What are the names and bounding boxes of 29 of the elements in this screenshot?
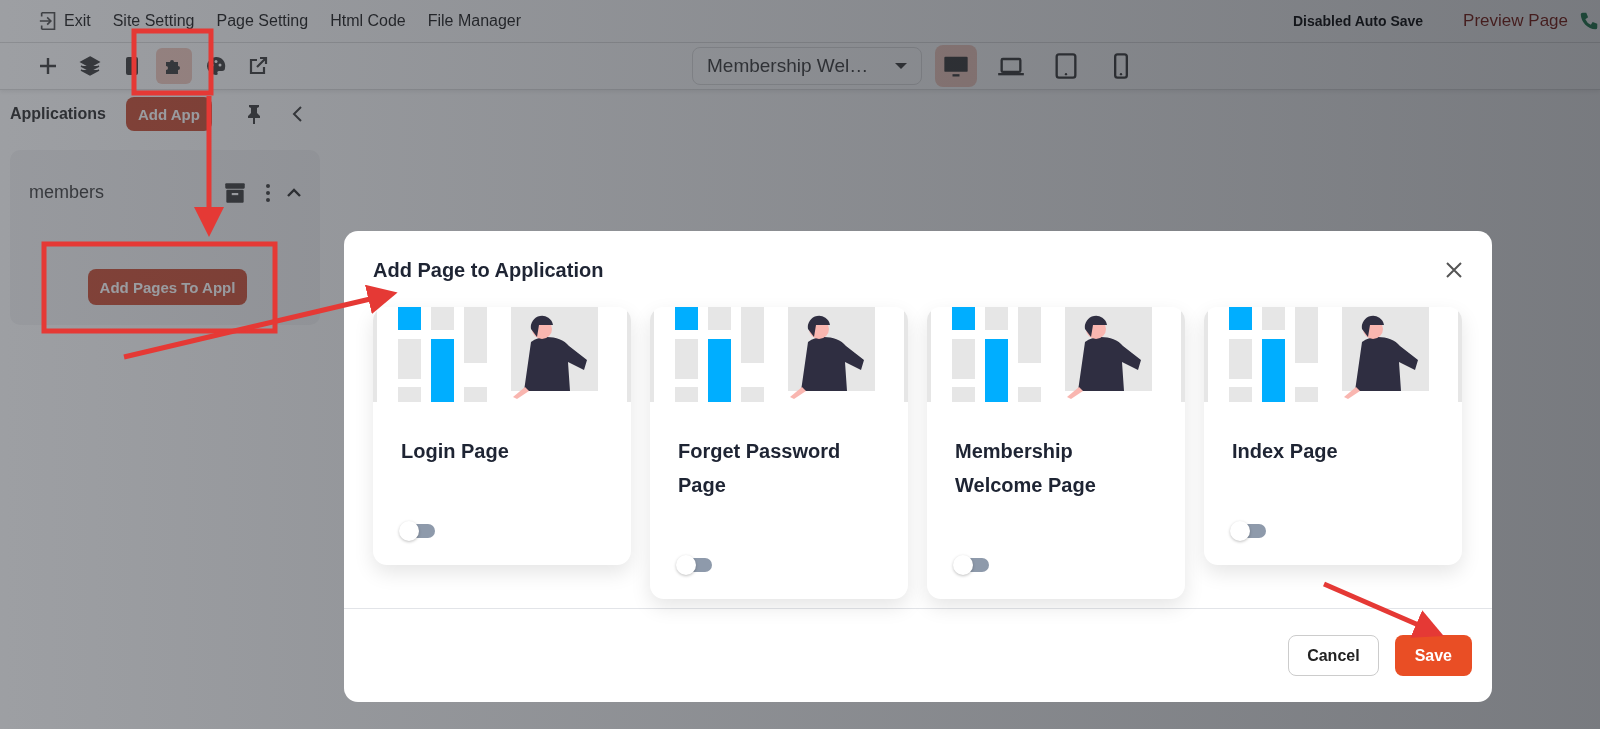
cancel-button[interactable]: Cancel (1288, 635, 1379, 676)
toggle-switch[interactable] (953, 556, 989, 574)
kebab-menu-icon (266, 183, 270, 202)
toggle-switch[interactable] (1230, 522, 1266, 540)
page-dropdown[interactable]: Membership Wel… (692, 47, 922, 85)
menu-item[interactable]: Html Code (330, 12, 406, 30)
palette-icon (204, 54, 228, 78)
dialog-title: Add Page to Application (373, 258, 604, 282)
caret-icon (895, 63, 907, 69)
page-title: Membership Welcome Page (954, 439, 1097, 498)
phone-icon (1578, 10, 1600, 32)
menu-item[interactable]: Exit (38, 10, 91, 32)
layers-icon (78, 54, 102, 78)
preview-link[interactable]: Preview Page (1463, 11, 1568, 31)
auto-save-status[interactable]: Disabled Auto Save (1292, 13, 1424, 29)
sidebar-title: Applications (10, 105, 107, 123)
device-button[interactable] (935, 45, 977, 87)
menu-item[interactable]: Page Setting (216, 12, 309, 30)
page-title: Index Page (1231, 439, 1339, 464)
toggle-switch[interactable] (399, 522, 435, 540)
app-name: members (29, 182, 105, 203)
toolbar-button[interactable] (156, 48, 192, 84)
menu-item[interactable]: Site Setting (112, 12, 195, 30)
page-title: Login Page (400, 439, 510, 464)
save-button[interactable]: Save (1394, 635, 1472, 676)
toggle-switch[interactable] (676, 556, 712, 574)
page-title: Forget Password Page (677, 439, 842, 498)
add-pages-button[interactable]: Add Pages To Appl (87, 269, 248, 305)
menu-item[interactable]: File Manager (427, 12, 522, 30)
